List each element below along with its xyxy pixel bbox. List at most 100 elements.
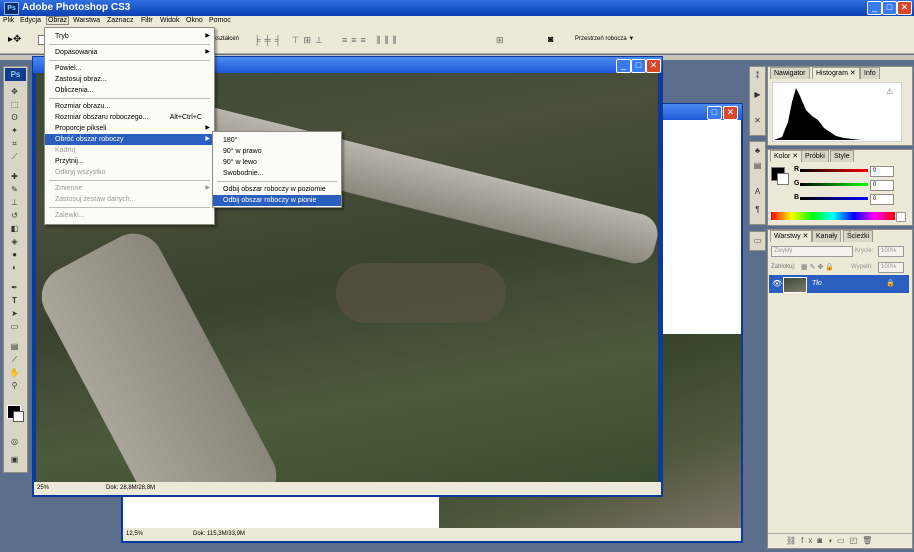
submenu-item-90-ccw[interactable]: 90° w lewo: [213, 157, 341, 168]
menu-item-obliczenia[interactable]: Obliczenia...: [45, 85, 214, 96]
green-slider[interactable]: [800, 183, 868, 186]
color-spectrum-bar[interactable]: [771, 212, 895, 220]
menu-pomoc[interactable]: Pomoc: [209, 17, 231, 24]
hand-tool-icon[interactable]: ✋: [7, 368, 22, 378]
dodge-tool-icon[interactable]: ◐: [7, 263, 22, 273]
maximize-button[interactable]: □: [882, 1, 897, 15]
menu-item-obroc-obszar[interactable]: Obróć obszar roboczy ▶: [45, 134, 214, 145]
doc1-close-button[interactable]: ✕: [646, 59, 661, 73]
layer-comps-icon[interactable]: ✕: [752, 115, 763, 126]
tab-sciezki[interactable]: Ścieżki: [843, 230, 874, 242]
tab-histogram[interactable]: Histogram ✕: [812, 67, 860, 79]
menu-item-rozmiar-obszaru[interactable]: Rozmiar obszaru roboczego... Alt+Ctrl+C: [45, 112, 214, 123]
minimize-button[interactable]: _: [867, 1, 882, 15]
zoom-tool-icon[interactable]: ⚲: [7, 381, 22, 391]
brushes-icon[interactable]: ⁑: [752, 70, 763, 81]
menu-okno[interactable]: Okno: [186, 17, 203, 24]
layer-name[interactable]: Tło: [812, 280, 822, 287]
menu-item-proporcje-pikseli[interactable]: Proporcje pikseli ▶: [45, 123, 214, 134]
history-icon[interactable]: ♣: [752, 145, 763, 156]
quick-mask-icon[interactable]: ◎: [7, 437, 22, 447]
menu-item-zastosuj-obraz[interactable]: Zastosuj obraz...: [45, 74, 214, 85]
doc2-maximize-button[interactable]: □: [707, 106, 722, 120]
eyedropper-icon[interactable]: ⟋: [7, 355, 22, 365]
actions-icon[interactable]: ▤: [752, 160, 763, 171]
menu-widok[interactable]: Widok: [160, 17, 179, 24]
distribute-icons[interactable]: ≡≡≡ ⫼⫼⫼: [342, 35, 401, 46]
menu-zaznacz[interactable]: Zaznacz: [107, 17, 133, 24]
notes-tool-icon[interactable]: ▤: [7, 342, 22, 352]
pen-tool-icon[interactable]: ✒: [7, 283, 22, 293]
doc2-zoom[interactable]: 12,5%: [126, 531, 143, 537]
healing-brush-icon[interactable]: ✚: [7, 172, 22, 182]
submenu-item-flip-vertical[interactable]: Odbij obszar roboczy w pionie: [213, 195, 341, 206]
menu-item-powiel[interactable]: Powiel...: [45, 63, 214, 74]
doc2-close-button[interactable]: ✕: [723, 106, 738, 120]
menu-plik[interactable]: Plik: [3, 17, 14, 24]
move-tool-icon[interactable]: ✥: [7, 87, 22, 97]
stamp-tool-icon[interactable]: ⊥: [7, 198, 22, 208]
blue-slider[interactable]: [800, 197, 868, 200]
bucket-tool-icon[interactable]: ◈: [7, 237, 22, 247]
slice-tool-icon[interactable]: ⟋: [7, 152, 22, 162]
move-tool-icon[interactable]: ▸✥: [8, 34, 21, 45]
menu-edycja[interactable]: Edycja: [20, 17, 41, 24]
menu-obraz[interactable]: Obraz: [46, 16, 70, 25]
tab-style[interactable]: Style: [830, 150, 854, 162]
lasso-tool-icon[interactable]: ʘ: [7, 113, 22, 123]
character-icon[interactable]: A: [752, 186, 763, 197]
align-icons[interactable]: ╞╪╡ ⊤⊞⊥: [254, 35, 327, 46]
eye-icon[interactable]: 👁: [772, 279, 782, 288]
screen-mode-icon[interactable]: ▣: [7, 455, 22, 465]
tab-kanaly[interactable]: Kanały: [812, 230, 842, 242]
menu-item-rozmiar-obrazu[interactable]: Rozmiar obrazu...: [45, 101, 214, 112]
doc1-maximize-button[interactable]: □: [631, 59, 646, 73]
paragraph-icon[interactable]: ¶: [752, 204, 763, 215]
menu-item-tryb[interactable]: Tryb ▶: [45, 31, 214, 42]
blur-tool-icon[interactable]: ●: [7, 250, 22, 260]
tab-probki[interactable]: Próbki: [801, 150, 829, 162]
color-bg-swatch[interactable]: [777, 173, 789, 185]
magic-wand-icon[interactable]: ✦: [7, 126, 22, 136]
layers-bottom-toolbar[interactable]: ⛓fx◙◑▭◰🗑: [768, 533, 912, 547]
workspace-button[interactable]: Przestrzeń robocza ▼: [575, 36, 634, 42]
fill-field[interactable]: 100%: [878, 262, 904, 273]
blend-mode-select[interactable]: Zwykły: [771, 246, 853, 257]
lock-icons[interactable]: ▦✎✥🔒: [801, 263, 836, 271]
white-swatch[interactable]: [896, 212, 906, 222]
submenu-item-90-cw[interactable]: 90° w prawo: [213, 146, 341, 157]
submenu-item-180[interactable]: 180°: [213, 135, 341, 146]
tab-warstwy[interactable]: Warstwy ✕: [770, 230, 813, 242]
history-brush-icon[interactable]: ↺: [7, 211, 22, 221]
menu-item-przytnij[interactable]: Przytnij...: [45, 156, 214, 167]
crop-tool-icon[interactable]: ⌗: [7, 139, 22, 149]
blue-value[interactable]: 0: [870, 194, 894, 205]
doc1-zoom[interactable]: 25%: [37, 485, 49, 491]
tool-presets-icon[interactable]: ▶: [752, 89, 763, 100]
background-color-swatch[interactable]: [13, 411, 24, 422]
shape-tool-icon[interactable]: ▭: [7, 322, 22, 332]
menu-filtr[interactable]: Filtr: [141, 17, 153, 24]
type-tool-icon[interactable]: T: [7, 296, 22, 306]
menu-warstwa[interactable]: Warstwa: [73, 17, 100, 24]
eraser-tool-icon[interactable]: ◧: [7, 224, 22, 234]
path-select-icon[interactable]: ➤: [7, 309, 22, 319]
marquee-tool-icon[interactable]: ⬚: [7, 100, 22, 110]
submenu-item-arbitrary[interactable]: Swobodnie...: [213, 168, 341, 179]
submenu-item-flip-horizontal[interactable]: Odbij obszar roboczy w poziomie: [213, 184, 341, 195]
green-value[interactable]: 0: [870, 180, 894, 191]
brush-tool-icon[interactable]: ✎: [7, 185, 22, 195]
auto-align-icon[interactable]: ⊞: [496, 35, 504, 46]
camera-icon[interactable]: ◙: [548, 34, 553, 44]
menu-item-dopasowania[interactable]: Dopasowania ▶: [45, 47, 214, 58]
tab-info[interactable]: Info: [860, 67, 880, 79]
layer-row-background[interactable]: 👁 Tło 🔒: [769, 275, 909, 293]
info-panel-icon[interactable]: ▭: [752, 235, 763, 246]
opacity-field[interactable]: 100%: [878, 246, 904, 257]
tab-navigator[interactable]: Nawigator: [770, 67, 810, 79]
red-value[interactable]: 0: [870, 166, 894, 177]
close-button[interactable]: ✕: [897, 1, 912, 15]
tab-kolor[interactable]: Kolor ✕: [770, 150, 803, 162]
doc1-minimize-button[interactable]: _: [616, 59, 631, 73]
red-slider[interactable]: [800, 169, 868, 172]
